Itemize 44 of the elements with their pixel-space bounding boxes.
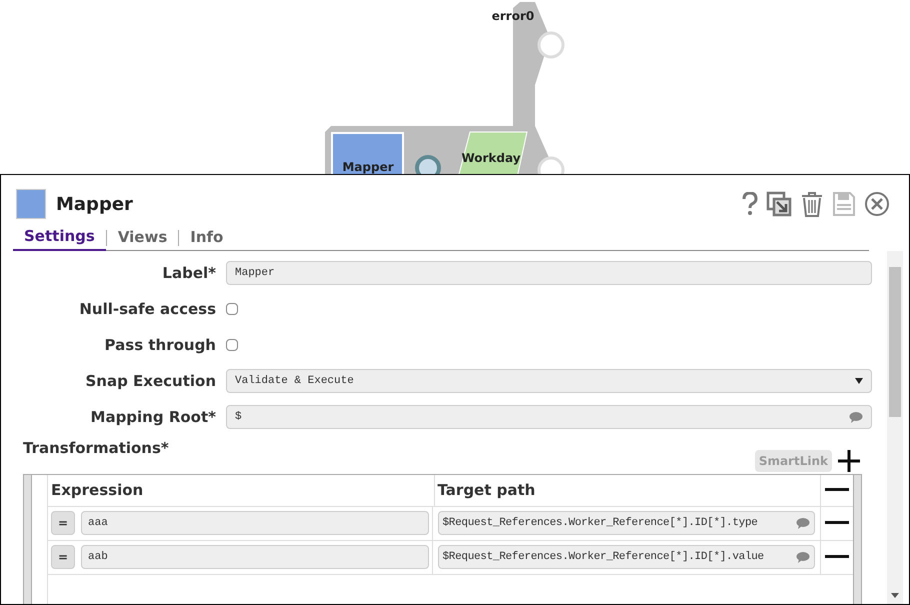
field-label: Pass through [104,334,216,356]
connection-port[interactable] [415,155,441,174]
add-icon[interactable] [836,448,862,474]
expression-field[interactable]: aab [81,545,428,569]
snap-icon [16,189,46,219]
scroll-down-icon[interactable] [891,593,899,598]
expression-field[interactable]: aaa [81,511,428,535]
tab[interactable]: Views [106,224,178,250]
remove-icon[interactable] [825,521,849,525]
export-icon[interactable] [766,191,792,217]
tab[interactable]: Settings [13,224,106,250]
comment-icon[interactable] [796,552,810,562]
target-path-field[interactable]: $Request_References.Worker_Reference[*].ID[*].value [438,545,815,569]
close-icon[interactable] [864,191,890,217]
caret-icon [855,378,863,384]
label-field[interactable]: Mapper [226,261,872,285]
expression-field[interactable]: $ [226,405,872,429]
dialog-title: Mapper [56,192,133,216]
select-field[interactable]: Validate & Execute [226,369,872,393]
field-label: Null-safe access [79,298,216,320]
checkbox[interactable] [226,339,238,351]
section-title: Transformations* [23,438,169,459]
target-path-field[interactable]: $Request_References.Worker_Reference[*].ID[*].type [438,511,815,535]
field-label: Mapping Root* [90,406,216,428]
column-header: Expression [51,480,144,501]
port-label: error0 [492,9,534,23]
help-icon[interactable] [742,192,758,216]
field-label: Label* [162,262,216,284]
comment-icon[interactable] [796,518,810,528]
expression-toggle[interactable]: = [51,545,75,569]
mapper-node[interactable]: Mapper [331,132,404,174]
tab[interactable]: Info [179,224,234,250]
remove-icon[interactable] [825,555,849,559]
save-icon[interactable] [832,191,856,217]
field-label: Snap Execution [85,370,216,392]
comment-icon[interactable] [849,412,863,422]
trash-icon[interactable] [800,191,824,217]
column-header: Target path [438,480,536,501]
scrollbar[interactable] [887,251,903,604]
output-port[interactable] [538,32,564,58]
remove-icon[interactable] [825,488,849,492]
output-port[interactable] [538,156,564,174]
checkbox[interactable] [226,303,238,315]
expression-toggle[interactable]: = [51,511,75,535]
